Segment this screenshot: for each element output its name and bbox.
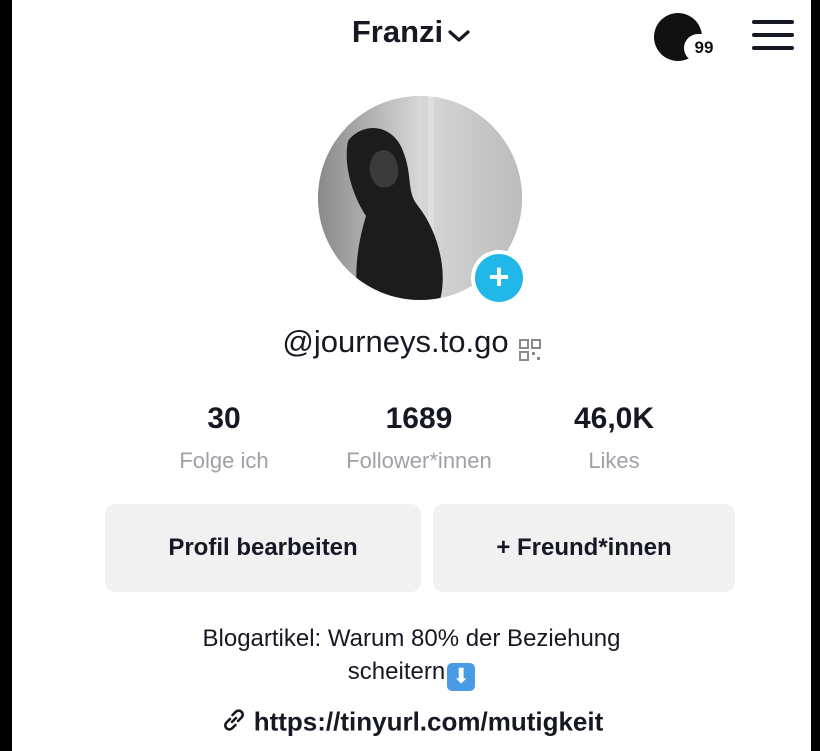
profile-link[interactable]: https://tinyurl.com/mutigkeit <box>12 706 811 741</box>
down-arrow-emoji-icon: ⬇ <box>447 663 476 691</box>
likes-label: Likes <box>588 448 640 473</box>
profile-bio: Blogartikel: Warum 80% der Beziehung sch… <box>12 622 811 691</box>
bio-line-2: scheitern <box>347 658 446 685</box>
notification-badge: 99 <box>684 34 724 62</box>
profile-handle-row: @journeys.to.go <box>12 324 811 361</box>
bio-line-1: Blogartikel: Warum 80% der Beziehung <box>202 625 621 652</box>
likes-count[interactable]: 46,0K <box>544 402 684 436</box>
following-label: Folge ich <box>179 448 269 473</box>
profile-handle: @journeys.to.go <box>282 324 509 359</box>
followers-count[interactable]: 1689 <box>339 402 499 436</box>
link-url: https://tinyurl.com/mutigkeit <box>253 706 604 737</box>
username: Franzi <box>351 14 444 49</box>
plus-icon[interactable]: + <box>475 254 523 302</box>
hamburger-menu-icon[interactable] <box>752 18 796 52</box>
profile-screen: Franzi 99 + @journeys.to.go 30 Folge ich… <box>12 0 811 751</box>
link-icon <box>220 706 248 741</box>
following-count[interactable]: 30 <box>174 402 274 436</box>
add-friends-button[interactable]: + Freund*innen <box>433 504 735 592</box>
edit-profile-button[interactable]: Profil bearbeiten <box>105 504 421 592</box>
followers-label: Follower*innen <box>346 448 492 473</box>
chevron-down-icon <box>447 16 471 52</box>
qr-code-icon[interactable] <box>518 333 541 361</box>
